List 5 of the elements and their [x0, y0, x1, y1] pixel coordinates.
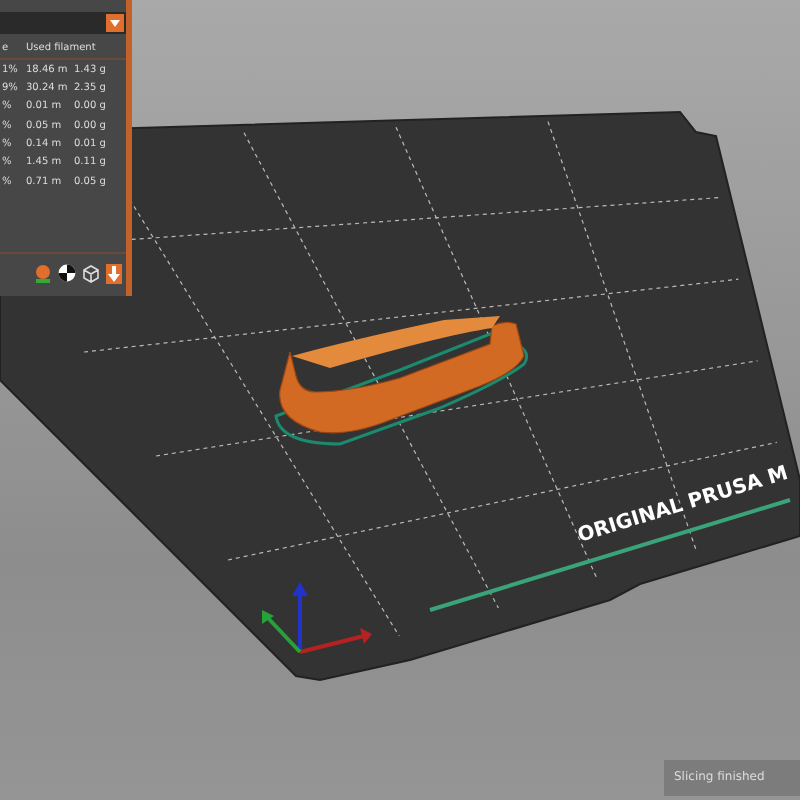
dropdown-arrow-icon[interactable] — [106, 14, 124, 32]
cube-icon[interactable] — [82, 264, 100, 284]
axes-drawing — [262, 582, 372, 654]
export-icon[interactable] — [106, 264, 122, 284]
dropdown[interactable] — [0, 12, 126, 34]
